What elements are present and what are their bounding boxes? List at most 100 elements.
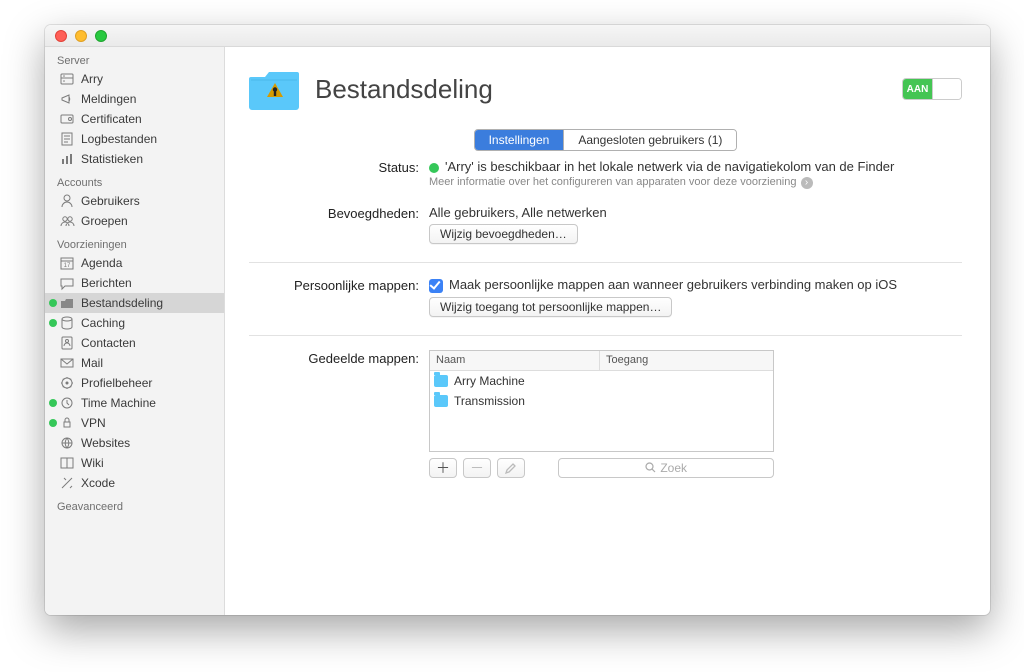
sidebar-section-header: Geavanceerd <box>45 501 224 513</box>
sidebar-item-statistieken[interactable]: Statistieken <box>45 149 224 169</box>
timemachine-icon <box>59 395 75 411</box>
wiki-icon <box>59 455 75 471</box>
shared-folders-row: Gedeelde mappen: Naam Toegang Arry Machi… <box>249 350 962 478</box>
caching-icon <box>59 315 75 331</box>
sidebar-item-certificaten[interactable]: Certificaten <box>45 109 224 129</box>
megaphone-icon <box>59 91 75 107</box>
sidebar-item-label: Xcode <box>81 476 115 490</box>
toggle-on-label: AAN <box>903 79 932 99</box>
status-row: Status: 'Arry' is beschikbaar in het lok… <box>249 159 962 189</box>
xcode-icon <box>59 475 75 491</box>
sidebar-item-agenda[interactable]: 17Agenda <box>45 253 224 273</box>
sidebar-section-header: Server <box>45 55 224 67</box>
sidebar-item-arry[interactable]: Arry <box>45 69 224 89</box>
user-icon <box>59 193 75 209</box>
sidebar: Server Arry Meldingen Certificaten Logbestan… <box>45 47 225 615</box>
shared-folders-table: Naam Toegang Arry Machine Transmission <box>429 350 774 452</box>
stats-icon <box>59 151 75 167</box>
sidebar-item-label: Websites <box>81 436 130 450</box>
status-subtext[interactable]: Meer informatie over het configureren va… <box>429 176 797 188</box>
folder-icon <box>434 395 448 407</box>
tab-settings[interactable]: Instellingen <box>475 130 564 150</box>
status-label: Status: <box>249 159 429 175</box>
sidebar-item-label: Time Machine <box>81 396 156 410</box>
window-minimize-button[interactable] <box>75 30 87 42</box>
sidebar-item-gebruikers[interactable]: Gebruikers <box>45 191 224 211</box>
sidebar-item-meldingen[interactable]: Meldingen <box>45 89 224 109</box>
window-zoom-button[interactable] <box>95 30 107 42</box>
table-header: Naam Toegang <box>430 351 773 371</box>
folder-name: Arry Machine <box>454 374 525 388</box>
svg-text:17: 17 <box>64 263 71 269</box>
personal-folders-label: Persoonlijke mappen: <box>249 277 429 293</box>
log-icon <box>59 131 75 147</box>
service-toggle[interactable]: AAN <box>902 78 962 100</box>
sidebar-item-logbestanden[interactable]: Logbestanden <box>45 129 224 149</box>
info-arrow-icon[interactable]: › <box>801 177 813 189</box>
table-row[interactable]: Arry Machine <box>430 371 773 391</box>
edit-folder-button[interactable] <box>497 458 525 478</box>
edit-permissions-button[interactable]: Wijzig bevoegdheden… <box>429 224 578 244</box>
remove-folder-button[interactable]: － <box>463 458 491 478</box>
sidebar-item-label: Contacten <box>81 336 136 350</box>
toggle-knob <box>932 79 961 99</box>
status-text: 'Arry' is beschikbaar in het lokale netw… <box>445 159 894 174</box>
sidebar-item-vpn[interactable]: VPN <box>45 413 224 433</box>
sidebar-section-header: Voorzieningen <box>45 239 224 251</box>
sidebar-item-wiki[interactable]: Wiki <box>45 453 224 473</box>
sidebar-item-label: Bestandsdeling <box>81 296 163 310</box>
sidebar-item-label: Arry <box>81 72 103 86</box>
personal-folders-row: Persoonlijke mappen: Maak persoonlijke m… <box>249 277 962 317</box>
sidebar-item-groepen[interactable]: Groepen <box>45 211 224 231</box>
header-row: Bestandsdeling AAN <box>249 67 962 111</box>
sidebar-item-label: VPN <box>81 416 106 430</box>
personal-folders-checkbox-text: Maak persoonlijke mappen aan wanneer geb… <box>449 277 897 292</box>
divider <box>249 262 962 263</box>
search-icon <box>645 462 656 473</box>
sidebar-item-profielbeheer[interactable]: Profielbeheer <box>45 373 224 393</box>
page-title: Bestandsdeling <box>315 74 902 105</box>
folder-name: Transmission <box>454 394 525 408</box>
window-close-button[interactable] <box>55 30 67 42</box>
messages-icon <box>59 275 75 291</box>
sidebar-item-caching[interactable]: Caching <box>45 313 224 333</box>
sidebar-item-label: Profielbeheer <box>81 376 152 390</box>
tab-connected-users[interactable]: Aangesloten gebruikers (1) <box>563 130 736 150</box>
websites-icon <box>59 435 75 451</box>
cert-icon <box>59 111 75 127</box>
sidebar-item-contacten[interactable]: Contacten <box>45 333 224 353</box>
sidebar-item-websites[interactable]: Websites <box>45 433 224 453</box>
column-access[interactable]: Toegang <box>600 354 773 366</box>
sidebar-item-berichten[interactable]: Berichten <box>45 273 224 293</box>
sidebar-item-time-machine[interactable]: Time Machine <box>45 393 224 413</box>
add-folder-button[interactable]: ＋ <box>429 458 457 478</box>
contacts-icon <box>59 335 75 351</box>
mail-icon <box>59 355 75 371</box>
status-dot-icon <box>49 299 57 307</box>
table-row[interactable]: Transmission <box>430 391 773 411</box>
personal-folders-checkbox[interactable] <box>429 279 443 293</box>
permissions-value: Alle gebruikers, Alle netwerken <box>429 205 962 220</box>
status-dot-icon <box>49 319 57 327</box>
table-toolbar: ＋ － Zoek <box>429 458 774 478</box>
vpn-icon <box>59 415 75 431</box>
sharing-icon <box>59 295 75 311</box>
search-field[interactable]: Zoek <box>558 458 774 478</box>
sidebar-item-label: Meldingen <box>81 92 136 106</box>
sidebar-item-mail[interactable]: Mail <box>45 353 224 373</box>
shared-folders-label: Gedeelde mappen: <box>249 350 429 366</box>
sidebar-item-label: Statistieken <box>81 152 143 166</box>
tabs-row: Instellingen Aangesloten gebruikers (1) <box>249 129 962 151</box>
file-sharing-icon <box>249 67 299 111</box>
status-dot-icon <box>49 419 57 427</box>
sidebar-item-label: Logbestanden <box>81 132 157 146</box>
column-name[interactable]: Naam <box>430 351 600 370</box>
calendar-icon: 17 <box>59 255 75 271</box>
folder-icon <box>434 375 448 387</box>
status-dot-icon <box>49 399 57 407</box>
edit-personal-access-button[interactable]: Wijzig toegang tot persoonlijke mappen… <box>429 297 672 317</box>
sidebar-item-bestandsdeling[interactable]: Bestandsdeling <box>45 293 224 313</box>
sidebar-item-xcode[interactable]: Xcode <box>45 473 224 493</box>
profiles-icon <box>59 375 75 391</box>
sidebar-item-label: Wiki <box>81 456 104 470</box>
